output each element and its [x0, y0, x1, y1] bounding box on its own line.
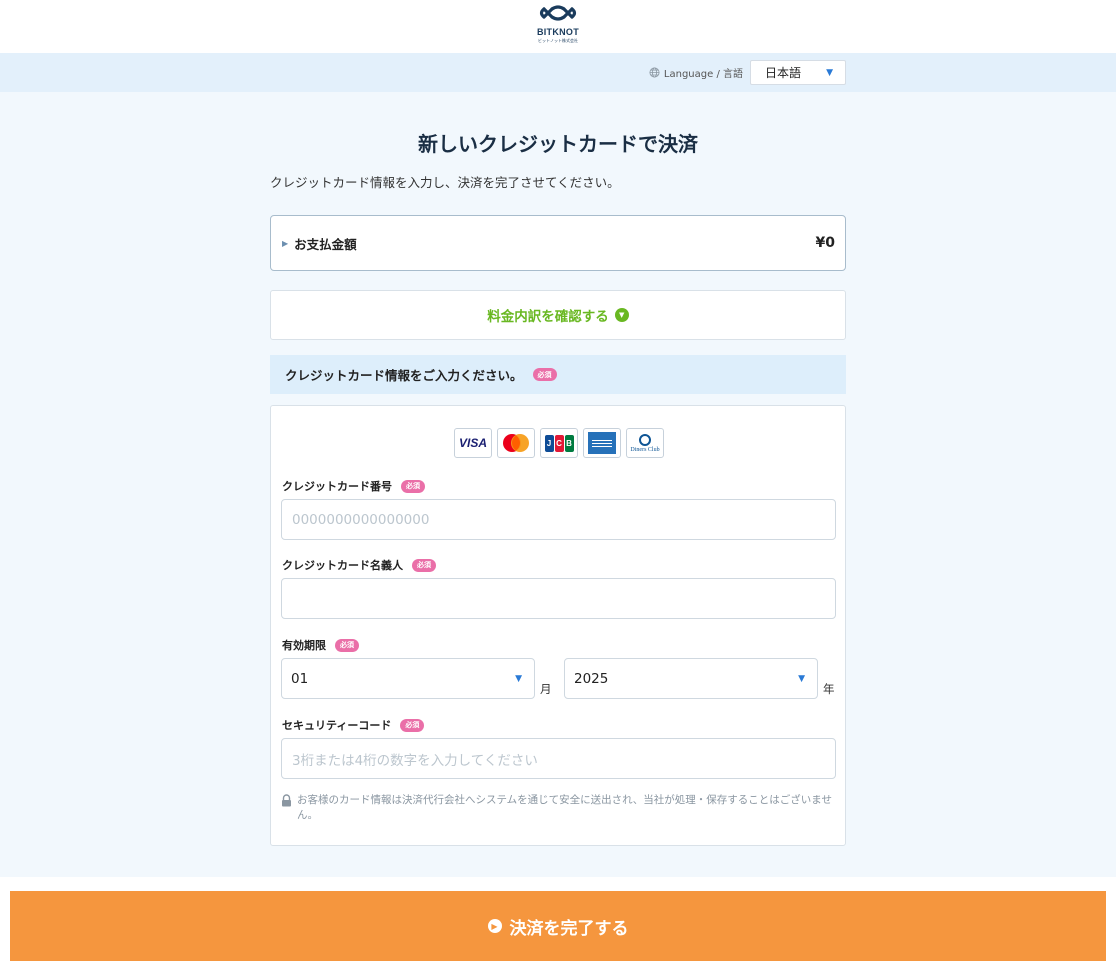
page-subtitle: クレジットカード情報を入力し、決済を完了させてください。	[270, 175, 620, 190]
payment-amount-label: お支払金額	[294, 236, 357, 252]
year-unit: 年	[823, 682, 835, 696]
jcb-letter: B	[564, 434, 574, 452]
required-badge: 必須	[401, 479, 425, 493]
jcb-logo: J C B	[540, 428, 578, 458]
security-code-label-text: セキュリティーコード	[282, 719, 392, 732]
required-badge: 必須	[412, 558, 436, 572]
diners-mark: Diners Club	[630, 433, 660, 453]
security-note: お客様のカード情報は決済代行会社へシステムを通じて安全に送出され、当社が処理・保…	[281, 793, 837, 823]
language-label-text: Language / 言語	[663, 69, 743, 80]
amex-mark	[588, 432, 616, 454]
required-badge: 必須	[335, 638, 359, 652]
amex-logo	[583, 428, 621, 458]
caret-down-icon: ▼	[826, 67, 833, 78]
card-section-title: クレジットカード情報をご入力ください。	[285, 368, 523, 383]
expiry-month-value: 01	[291, 670, 309, 687]
fee-breakdown-button[interactable]: 料金内訳を確認する ▼	[270, 290, 846, 340]
lock-icon	[282, 794, 291, 807]
visa-logo-text: VISA	[458, 436, 487, 450]
chevron-down-circle-icon: ▼	[614, 308, 629, 322]
language-selected-value: 日本語	[765, 66, 802, 80]
visa-logo: VISA	[454, 428, 492, 458]
caret-right-icon: ▶	[282, 238, 289, 248]
expiry-year-value: 2025	[574, 670, 609, 687]
card-number-input[interactable]: 0000000000000000	[281, 499, 836, 540]
payment-amount-value: ¥0	[815, 235, 835, 251]
card-holder-label-text: クレジットカード名義人	[282, 559, 403, 572]
security-code-placeholder: 3桁または4桁の数字を入力してください	[292, 752, 538, 769]
caret-down-icon: ▼	[798, 673, 805, 684]
language-bar: Language / 言語 日本語 ▼	[0, 53, 1116, 92]
submit-area: ▶ 決済を完了する	[0, 878, 1116, 976]
bitknot-logo[interactable]: BITKNOT ビットノット株式会社	[537, 4, 579, 44]
diners-logo-text: Diners Club	[630, 446, 660, 453]
language-select[interactable]: 日本語 ▼	[750, 60, 846, 85]
card-number-label-text: クレジットカード番号	[282, 480, 392, 493]
jcb-mark: J C B	[544, 434, 574, 452]
logo-text: BITKNOT	[536, 27, 580, 37]
card-number-label: クレジットカード番号 必須	[282, 478, 425, 494]
globe-icon	[649, 67, 660, 78]
expiry-year-select[interactable]: 2025 ▼	[564, 658, 818, 699]
caret-down-icon: ▼	[515, 673, 522, 684]
page-title: 新しいクレジットカードで決済	[418, 132, 698, 156]
language-label: Language / 言語	[649, 65, 743, 80]
card-brand-list: VISA J C B Diners Club	[454, 428, 664, 458]
card-holder-label: クレジットカード名義人 必須	[282, 557, 436, 573]
site-header: BITKNOT ビットノット株式会社	[0, 0, 1116, 53]
logo-subtext: ビットノット株式会社	[538, 38, 578, 43]
security-note-text: お客様のカード情報は決済代行会社へシステムを通じて安全に送出され、当社が処理・保…	[297, 794, 832, 821]
main-content: 新しいクレジットカードで決済 クレジットカード情報を入力し、決済を完了させてくだ…	[0, 92, 1116, 877]
month-unit: 月	[540, 682, 552, 696]
diners-club-logo: Diners Club	[626, 428, 664, 458]
chevron-right-circle-icon: ▶	[487, 919, 502, 933]
card-form: VISA J C B Diners Club クレジットカード番号 必須 000…	[270, 405, 846, 846]
mastercard-circles-icon	[503, 434, 529, 452]
expiry-month-select[interactable]: 01 ▼	[281, 658, 535, 699]
complete-payment-button[interactable]: ▶ 決済を完了する	[10, 891, 1106, 961]
security-code-input[interactable]: 3桁または4桁の数字を入力してください	[281, 738, 836, 779]
security-code-label: セキュリティーコード 必須	[282, 717, 425, 733]
expiry-label-text: 有効期限	[282, 639, 326, 652]
payment-amount-toggle[interactable]: ▶ お支払金額 ¥0	[270, 215, 846, 271]
jcb-letter: J	[544, 434, 554, 452]
mastercard-logo	[497, 428, 535, 458]
card-holder-input[interactable]	[281, 578, 836, 619]
expiry-label: 有効期限 必須	[282, 637, 359, 653]
card-number-placeholder: 0000000000000000	[292, 511, 430, 528]
diners-circle-icon	[638, 433, 651, 446]
payment-amount-label-group: ▶ お支払金額	[282, 234, 357, 253]
required-badge: 必須	[532, 368, 557, 381]
card-section-header: クレジットカード情報をご入力ください。 必須	[270, 355, 846, 394]
bitknot-knot-icon	[539, 5, 577, 21]
required-badge: 必須	[400, 718, 425, 732]
fee-breakdown-label: 料金内訳を確認する	[487, 309, 609, 325]
complete-payment-label: 決済を完了する	[509, 918, 629, 939]
jcb-letter: C	[554, 434, 564, 452]
